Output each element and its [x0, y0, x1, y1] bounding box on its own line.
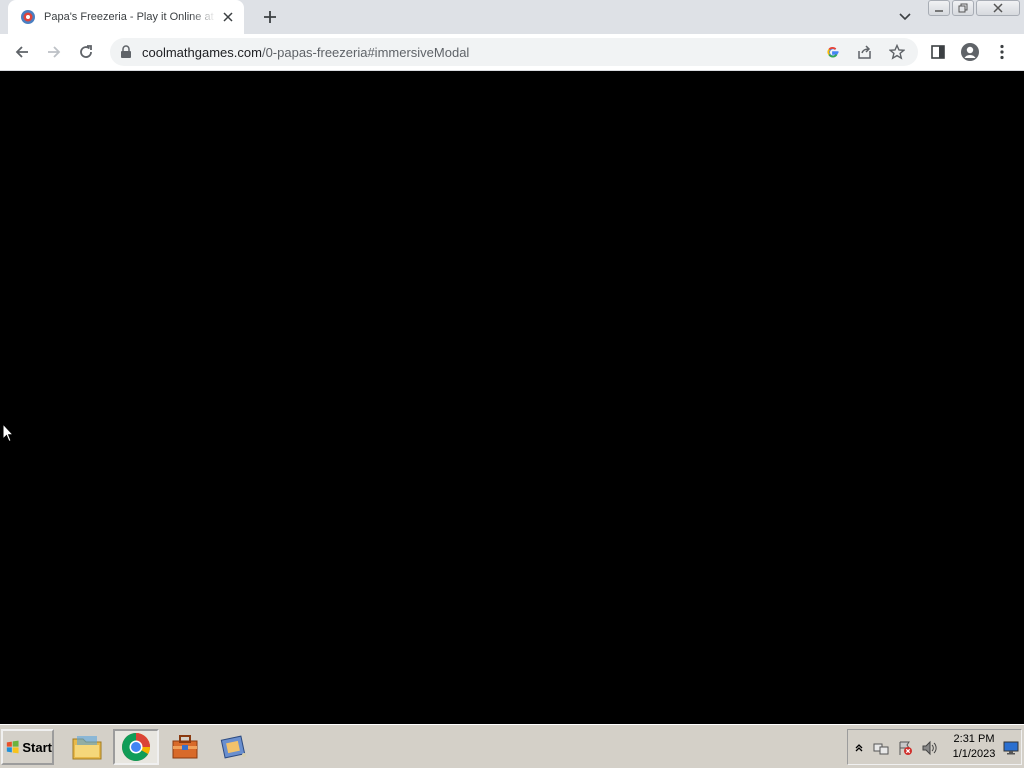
game-viewport[interactable] — [0, 71, 1024, 724]
tab-search-button[interactable] — [894, 6, 916, 28]
folder-icon — [72, 736, 102, 760]
chrome-taskbar-button[interactable] — [113, 729, 159, 765]
film-icon — [220, 735, 246, 759]
coolmath-favicon-icon — [21, 10, 35, 24]
monitor-icon — [1003, 741, 1019, 755]
network-icon — [873, 743, 889, 755]
restore-button[interactable] — [952, 0, 974, 16]
plus-icon — [264, 11, 276, 23]
share-icon — [858, 45, 871, 59]
taskbar: Start 2:31 PM 1/1/2023 — [0, 724, 1024, 768]
minimize-button[interactable] — [928, 0, 950, 16]
menu-button[interactable] — [990, 40, 1014, 64]
url-path: /0-papas-freezeria#immersiveModal — [261, 45, 470, 60]
share-button[interactable] — [856, 43, 874, 61]
start-label: Start — [22, 739, 52, 755]
chrome-icon — [122, 733, 150, 761]
avatar-icon — [961, 43, 979, 61]
system-tray: 2:31 PM 1/1/2023 — [847, 729, 1022, 765]
star-icon — [889, 44, 905, 60]
side-panel-icon — [931, 45, 945, 59]
tab-title: Papa's Freezeria - Play it Online at Coo… — [44, 11, 216, 23]
arrow-left-icon — [15, 46, 28, 58]
show-desktop-button[interactable] — [1002, 739, 1020, 757]
restore-icon — [958, 3, 968, 13]
window-controls — [928, 0, 1020, 16]
minimize-icon — [935, 10, 943, 12]
google-icon — [827, 46, 839, 58]
tab-strip: Papa's Freezeria - Play it Online at Coo… — [0, 0, 1024, 34]
toolbox-icon — [172, 735, 198, 759]
bookmark-button[interactable] — [888, 43, 906, 61]
flag-alert-icon — [899, 741, 912, 755]
browser-tab[interactable]: Papa's Freezeria - Play it Online at Coo… — [8, 0, 244, 34]
reload-button[interactable] — [74, 40, 98, 64]
clock-date: 1/1/2023 — [952, 748, 996, 760]
app-taskbar-button[interactable] — [162, 729, 208, 765]
forward-button[interactable] — [42, 40, 66, 64]
new-tab-button[interactable] — [258, 5, 282, 29]
address-bar[interactable]: coolmathgames.com/0-papas-freezeria#imme… — [110, 38, 918, 66]
file-explorer-taskbar-button[interactable] — [64, 729, 110, 765]
profile-button[interactable] — [958, 40, 982, 64]
volume-tray-icon[interactable] — [920, 739, 938, 757]
start-button[interactable]: Start — [1, 729, 54, 765]
browser-toolbar: coolmathgames.com/0-papas-freezeria#imme… — [0, 34, 1024, 71]
clock-time: 2:31 PM — [953, 733, 995, 745]
action-center-tray-icon[interactable] — [896, 739, 914, 757]
media-taskbar-button[interactable] — [211, 729, 257, 765]
system-clock[interactable]: 2:31 PM 1/1/2023 — [946, 732, 1002, 762]
url-text[interactable]: coolmathgames.com/0-papas-freezeria#imme… — [142, 45, 469, 60]
url-host: coolmathgames.com — [142, 45, 262, 60]
close-icon — [993, 3, 1003, 13]
kebab-menu-icon — [1000, 44, 1004, 60]
windows-logo-icon — [6, 740, 19, 754]
google-lens-button[interactable] — [824, 43, 842, 61]
close-window-button[interactable] — [976, 0, 1020, 16]
arrow-right-icon — [48, 46, 61, 58]
show-hidden-icons-button[interactable] — [850, 739, 868, 757]
side-panel-button[interactable] — [926, 40, 950, 64]
back-button[interactable] — [10, 40, 34, 64]
speaker-icon — [922, 740, 937, 756]
close-tab-icon[interactable] — [220, 9, 236, 25]
lock-icon[interactable] — [120, 45, 132, 59]
chevron-up-icon — [855, 744, 863, 752]
chevron-down-icon — [899, 13, 911, 21]
reload-icon — [80, 45, 92, 58]
network-tray-icon[interactable] — [872, 739, 890, 757]
mouse-cursor-icon — [2, 423, 14, 443]
